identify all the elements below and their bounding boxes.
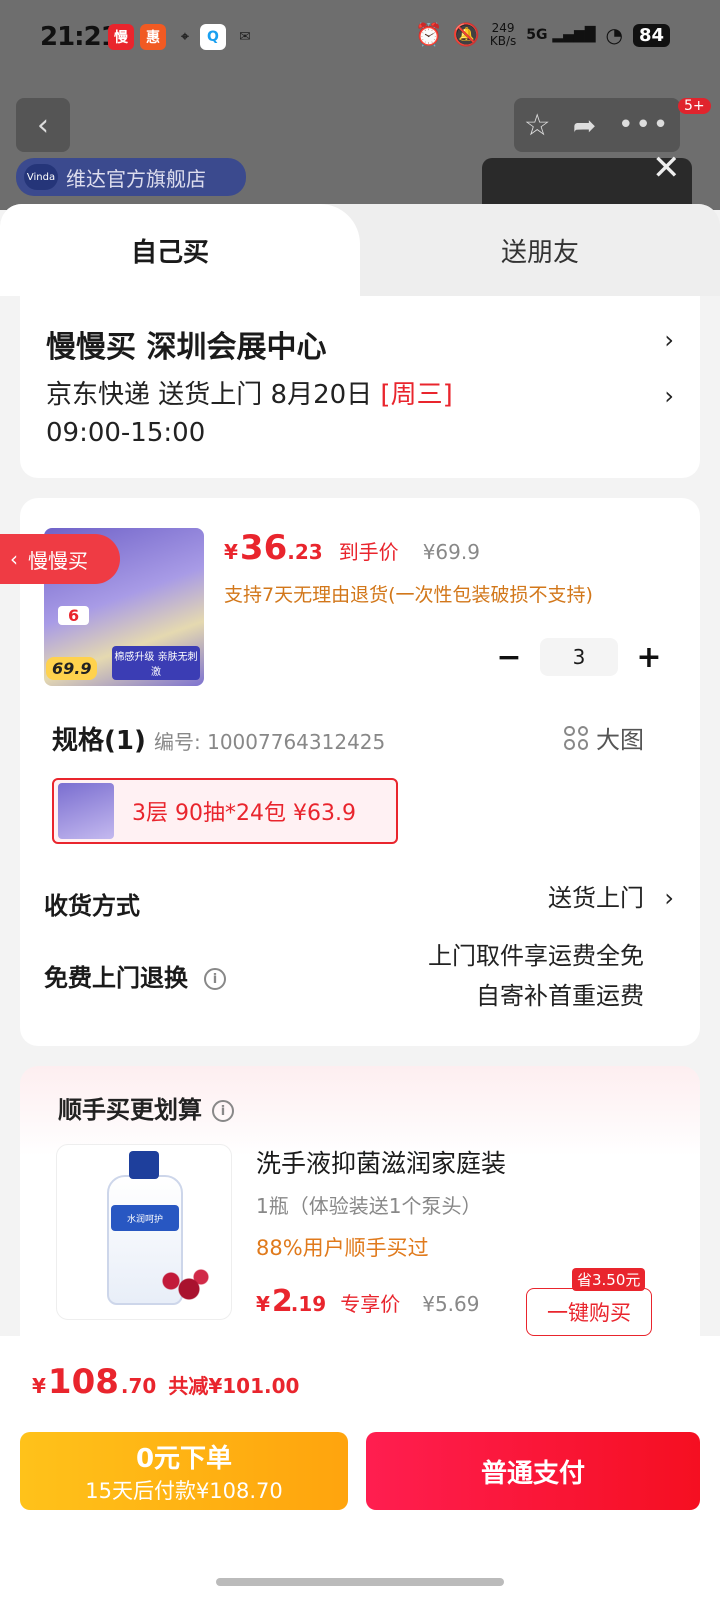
normal-pay-button[interactable]: 普通支付 — [366, 1432, 700, 1510]
network-speed: 249 KB/s — [489, 21, 517, 48]
upsell-product-spec: 1瓶（体验装送1个泵头） — [256, 1194, 482, 1218]
wifi-icon: ◔ — [605, 23, 623, 47]
mute-icon: 🔕 — [452, 22, 480, 48]
upsell-price: ¥ 2 .19 专享价 ¥5.69 — [256, 1284, 480, 1319]
chevron-right-icon: › — [664, 326, 674, 354]
alarm-icon: ⏰ — [415, 22, 443, 48]
home-indicator[interactable] — [216, 1578, 504, 1586]
product-number: 编号: 100077643124​25 — [154, 730, 386, 754]
image-tag-six: 6 — [58, 606, 90, 625]
share-icon[interactable]: ➦ — [573, 109, 596, 142]
wechat-icon: ✉ — [239, 29, 251, 45]
store-name: 维达官方旗舰店 — [66, 166, 206, 191]
price-label: 到手价 — [338, 540, 399, 564]
tab-bar: 送朋友 自己买 — [0, 204, 720, 296]
big-image-button[interactable]: 大图 — [564, 720, 644, 755]
free-return-label: 免费上门退换 i — [44, 958, 226, 993]
tab-self[interactable]: 自己买 — [0, 204, 360, 296]
quantity-stepper: − 3 + — [494, 638, 664, 676]
pomegranate-decoration — [153, 1265, 213, 1305]
status-bar: 21:21 慢 惠 ⌖ Q ✉ ⏰ 🔕 249 KB/s 5G ▂▄▆█ ◔ 84 — [0, 0, 720, 80]
sku-label: 3层 90抽*24包 ¥63.9 — [132, 801, 356, 826]
upsell-card: 顺手买更划算 i 水润呵护 洗手液抑菌滋润家庭装 1瓶（体验装送1个泵头） 88%… — [20, 1066, 700, 1366]
info-icon[interactable]: i — [204, 968, 226, 990]
chevron-right-icon: › — [664, 382, 674, 410]
shipping-value[interactable]: 送货上门 — [548, 878, 644, 918]
address-card[interactable]: 慢慢买 深圳会展中心 › 京东快递 送货上门 8月20日 [周三] 09:00-… — [20, 296, 700, 478]
chevron-left-icon: ‹ — [10, 547, 18, 571]
info-icon[interactable]: i — [212, 1100, 234, 1122]
image-tag-price: 69.9 — [46, 657, 98, 680]
app-icon-manman: 慢 — [108, 24, 134, 50]
original-price: ¥69.9 — [422, 540, 480, 564]
total-price: ¥ 108 .70 共减¥101.00 — [32, 1362, 300, 1402]
grid-icon — [564, 725, 588, 750]
chevron-left-icon: ‹ — [37, 107, 49, 143]
product-price: ¥ 36 .23 到手价 ¥69.9 — [224, 528, 480, 568]
product-card: 6 69.9 棉感升级 亲肤无刺激 ¥ 36 .23 到手价 ¥69.9 支持7… — [20, 498, 700, 1046]
decrement-button[interactable]: − — [494, 640, 524, 675]
image-tag-text: 棉感升级 亲肤无刺激 — [112, 646, 200, 680]
tab-gift[interactable]: 送朋友 — [360, 204, 720, 296]
star-icon[interactable]: ☆ — [524, 108, 551, 143]
one-click-buy-button[interactable]: 一键购买 — [526, 1288, 652, 1336]
sku-option-selected[interactable]: 3层 90抽*24包 ¥63.9 — [52, 778, 398, 844]
location-icon: ⌖ — [181, 29, 189, 45]
battery-indicator: 84 — [632, 23, 670, 47]
bottle-pump — [129, 1151, 159, 1179]
sku-thumbnail — [58, 783, 114, 839]
spec-title: 规格(1) — [52, 726, 146, 756]
app-icon-q: Q — [200, 24, 226, 50]
total-discount: 共减¥101.00 — [168, 1374, 300, 1398]
store-logo: Vinda — [24, 164, 58, 190]
return-policy: 支持7天无理由退货(一次性包装破损不支持) — [224, 584, 593, 606]
manman-side-tag[interactable]: ‹ 慢慢买 — [0, 534, 120, 584]
signal-icon: 5G ▂▄▆█ — [526, 27, 596, 43]
delivery-info: 京东快递 送货上门 8月20日 [周三] 09:00-15:00 — [46, 380, 453, 448]
upsell-product-name[interactable]: 洗手液抑菌滋润家庭装 — [256, 1144, 506, 1180]
increment-button[interactable]: + — [634, 640, 664, 675]
upsell-title: 顺手买更划算 i — [58, 1090, 234, 1125]
store-banner[interactable]: Vinda 维达官方旗舰店 — [16, 158, 246, 196]
address-title: 慢慢买 深圳会展中心 — [46, 330, 327, 365]
top-actions: ☆ ➦ ••• — [514, 98, 680, 152]
checkout-bar: ¥ 108 .70 共减¥101.00 0元下单 15天后付款¥108.70 普… — [0, 1336, 720, 1600]
upsell-product-image[interactable]: 水润呵护 — [56, 1144, 232, 1320]
chevron-right-icon: › — [664, 884, 674, 912]
notification-badge: 5+ — [678, 98, 711, 114]
quantity-field[interactable]: 3 — [540, 638, 618, 676]
shipping-label: 收货方式 — [44, 892, 140, 920]
back-button[interactable]: ‹ — [16, 98, 70, 152]
status-right: ⏰ 🔕 249 KB/s 5G ▂▄▆█ ◔ 84 — [415, 22, 670, 48]
app-icon-hui: 惠 — [140, 24, 166, 50]
upsell-buyers: 88%用户顺手买过 — [256, 1236, 429, 1260]
free-return-detail: 上门取件享运费全免 自寄补首重运费 — [428, 942, 644, 1010]
close-icon[interactable]: ✕ — [652, 148, 681, 188]
savings-badge: 省3.50元 — [572, 1268, 646, 1291]
more-icon[interactable]: ••• — [618, 110, 670, 140]
bottle-label: 水润呵护 — [111, 1205, 179, 1231]
status-time: 21:21 — [40, 22, 119, 52]
zero-down-button[interactable]: 0元下单 15天后付款¥108.70 — [20, 1432, 348, 1510]
